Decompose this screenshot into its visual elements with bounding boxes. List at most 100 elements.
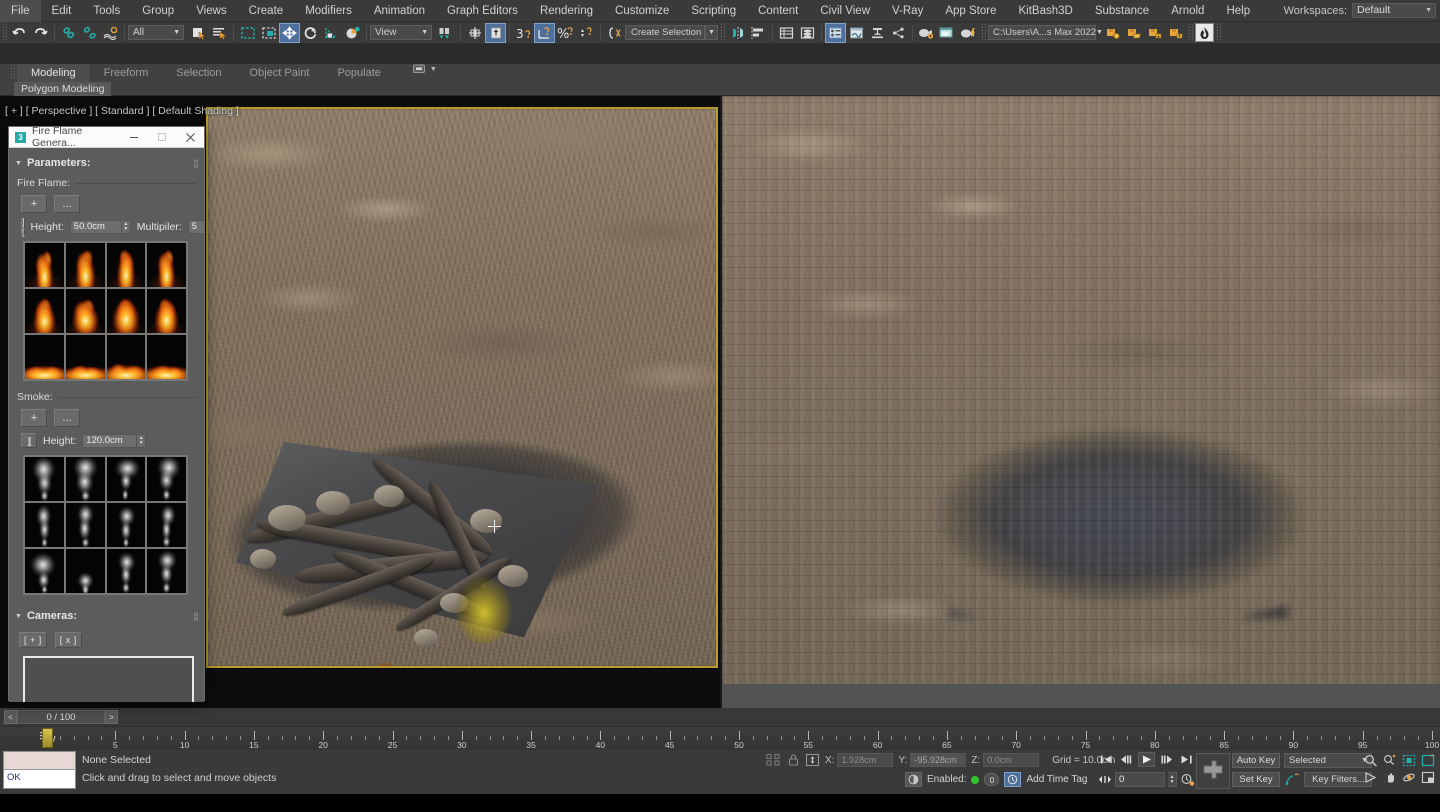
- smoke-range-button[interactable]: ][: [21, 433, 37, 448]
- menu-item-content[interactable]: Content: [747, 0, 809, 22]
- smoke-thumbnail-grid[interactable]: [23, 455, 188, 595]
- orbit-icon[interactable]: [1400, 769, 1418, 785]
- menu-item-app-store[interactable]: App Store: [934, 0, 1007, 22]
- zoom-region-icon[interactable]: [1419, 752, 1437, 768]
- select-and-scale-icon[interactable]: [321, 23, 342, 43]
- smoke-thumbnail[interactable]: [147, 457, 186, 501]
- fire-thumbnail[interactable]: [147, 289, 186, 333]
- menu-item-kitbash3d[interactable]: KitBash3D: [1008, 0, 1084, 22]
- project-path-dropdown[interactable]: C:\Users\A...s Max 2022 ▼: [988, 25, 1103, 40]
- fire-flame-height-input[interactable]: 50.0cm: [69, 219, 122, 234]
- fire-thumbnail[interactable]: [25, 243, 64, 287]
- set-key-button[interactable]: Set Key: [1232, 772, 1280, 787]
- fire-thumbnail[interactable]: [106, 289, 146, 333]
- unlink-icon[interactable]: [79, 23, 100, 43]
- smoke-thumbnail[interactable]: [106, 549, 146, 593]
- fire-flame-browse-button[interactable]: ...: [54, 195, 80, 213]
- mirror-geometry-icon[interactable]: [727, 23, 748, 43]
- current-frame-input[interactable]: 0: [1115, 772, 1165, 787]
- smoke-thumbnail[interactable]: [106, 503, 146, 547]
- fire-thumbnail[interactable]: [65, 243, 105, 287]
- dialog-title-bar[interactable]: 3 Fire Flame Genera...: [9, 125, 204, 149]
- fire-flame-multiplier-input[interactable]: 5: [187, 219, 204, 234]
- named-selection-set-field[interactable]: Create Selection Se: [625, 25, 705, 40]
- tab-populate[interactable]: Populate: [323, 64, 394, 82]
- select-object-icon[interactable]: [188, 23, 209, 43]
- key-mode-icon[interactable]: [1098, 774, 1112, 785]
- adaptive-degradation-icon[interactable]: [905, 772, 922, 787]
- export-icon[interactable]: [1165, 23, 1186, 43]
- angle-snap-icon[interactable]: [534, 22, 555, 43]
- select-and-move-icon[interactable]: [279, 22, 300, 43]
- zoom-extents-icon[interactable]: [1400, 752, 1418, 768]
- viewport-render-region[interactable]: [206, 107, 718, 668]
- fire-thumbnail[interactable]: [25, 289, 64, 333]
- fire-flame-thumbnail-grid[interactable]: [23, 241, 188, 381]
- menu-item-customize[interactable]: Customize: [604, 0, 680, 22]
- camera-add-button[interactable]: [ + ]: [19, 632, 47, 648]
- rect-selection-region-icon[interactable]: [237, 23, 258, 43]
- align-objects-icon[interactable]: [748, 23, 769, 43]
- fire-flame-generator-dialog[interactable]: 3 Fire Flame Genera... ▼ Parameters: ⣿ F…: [8, 125, 205, 702]
- previous-frame-button[interactable]: [1118, 752, 1135, 767]
- fire-thumbnail[interactable]: [25, 335, 64, 379]
- smoke-thumbnail[interactable]: [65, 549, 105, 593]
- spinner-snap-icon[interactable]: [576, 23, 597, 43]
- menu-item-tools[interactable]: Tools: [82, 0, 131, 22]
- viewport-label[interactable]: [ + ] [ Perspective ] [ Standard ] [ Def…: [5, 105, 239, 117]
- auto-key-button[interactable]: Auto Key: [1232, 753, 1280, 768]
- viewport-secondary[interactable]: [722, 96, 1440, 708]
- toolbar-grip-5[interactable]: [1216, 23, 1221, 42]
- particle-view-icon[interactable]: [888, 23, 909, 43]
- fire-thumbnail[interactable]: [106, 335, 146, 379]
- time-configuration-icon[interactable]: [1180, 773, 1195, 786]
- menu-item-substance[interactable]: Substance: [1084, 0, 1160, 22]
- selection-set-dropdown[interactable]: ▼: [705, 25, 718, 40]
- schematic-view-icon[interactable]: [867, 23, 888, 43]
- scene-explorer-icon[interactable]: [797, 23, 818, 43]
- layer-explorer-icon[interactable]: [776, 23, 797, 43]
- smoke-thumbnail[interactable]: [25, 457, 64, 501]
- reference-coordinate-dropdown[interactable]: View ▼: [370, 25, 432, 40]
- add-time-tag-icon[interactable]: [1004, 772, 1022, 787]
- fire-flame-height-stepper[interactable]: ▲ ▼: [121, 219, 131, 234]
- prev-frame-button[interactable]: <: [4, 710, 17, 724]
- smoke-height-input[interactable]: 120.0cm: [82, 433, 138, 448]
- smoke-thumbnail[interactable]: [65, 457, 105, 501]
- menu-item-edit[interactable]: Edit: [41, 0, 83, 22]
- fire-flame-range-button[interactable]: ][: [21, 217, 25, 237]
- menu-item-graph-editors[interactable]: Graph Editors: [436, 0, 529, 22]
- fire-flame-add-button[interactable]: +: [21, 195, 47, 213]
- fire-thumbnail[interactable]: [65, 335, 105, 379]
- redo-icon[interactable]: [30, 23, 51, 43]
- maximize-viewport-icon[interactable]: [1419, 769, 1437, 785]
- smoke-thumbnail[interactable]: [25, 549, 64, 593]
- curve-editor-icon[interactable]: [846, 23, 867, 43]
- menu-item-animation[interactable]: Animation: [363, 0, 436, 22]
- align-icon[interactable]: [485, 22, 506, 43]
- add-time-tag-label[interactable]: Add Time Tag: [1026, 774, 1087, 785]
- menu-item-arnold[interactable]: Arnold: [1160, 0, 1215, 22]
- save-file-icon[interactable]: [1102, 23, 1123, 43]
- go-to-end-button[interactable]: [1178, 752, 1195, 767]
- toolbar-grip-3[interactable]: [981, 23, 986, 42]
- fire-flame-height-spinner[interactable]: 50.0cm ▲ ▼: [69, 219, 131, 234]
- menu-item-views[interactable]: Views: [185, 0, 237, 22]
- tab-modeling[interactable]: Modeling: [17, 64, 90, 82]
- coord-x[interactable]: X: 1.928cm: [825, 753, 894, 767]
- smoke-add-button[interactable]: +: [21, 409, 47, 427]
- smoke-browse-button[interactable]: ...: [54, 409, 80, 427]
- tab-object-paint[interactable]: Object Paint: [236, 64, 324, 82]
- current-frame-stepper[interactable]: ▲ ▼: [1168, 772, 1177, 787]
- smoke-height-stepper[interactable]: ▲ ▼: [137, 433, 147, 448]
- key-mode-dropdown[interactable]: Selected ▼: [1284, 753, 1372, 768]
- smoke-thumbnail[interactable]: [106, 457, 146, 501]
- smoke-thumbnail[interactable]: [147, 549, 186, 593]
- rendered-frame-window-icon[interactable]: [937, 23, 958, 43]
- select-and-rotate-icon[interactable]: [300, 23, 321, 43]
- fire-flame-generator-icon[interactable]: [1195, 23, 1214, 42]
- coord-x-input[interactable]: 1.928cm: [837, 753, 894, 767]
- field-of-view-icon[interactable]: [1362, 769, 1380, 785]
- next-frame-button[interactable]: >: [105, 710, 118, 724]
- menu-item-civil-view[interactable]: Civil View: [809, 0, 881, 22]
